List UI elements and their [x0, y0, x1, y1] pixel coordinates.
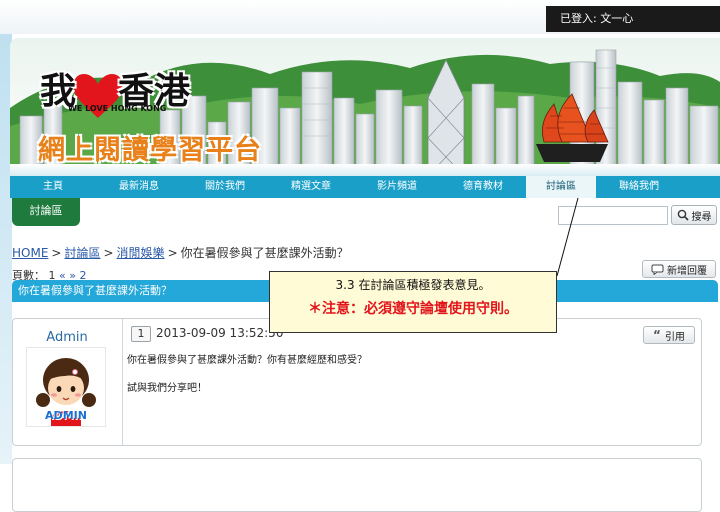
nav-item-home[interactable]: 主頁	[10, 176, 96, 198]
top-bar: 已登入: 文一心	[0, 0, 720, 34]
nav-item-contact[interactable]: 聯絡我們	[596, 176, 682, 198]
post-author-column: Admin ADMIN	[13, 319, 123, 445]
search-icon	[677, 209, 689, 221]
breadcrumb-home[interactable]: HOME	[12, 246, 48, 260]
breadcrumb-separator: >	[51, 246, 62, 260]
forum-post: Admin ADMIN 1 2013-09-09 13:52:50 你在暑假參與…	[12, 318, 702, 446]
breadcrumb: HOME > 討論區 > 消閒娛樂 > 你在暑假參與了甚麼課外活動？	[12, 244, 349, 261]
quote-button-label: 引用	[664, 331, 685, 343]
logo-platform-name: 網上閱讀學習平台	[38, 135, 262, 166]
breadcrumb-separator: >	[167, 246, 178, 260]
breadcrumb-separator: >	[103, 246, 114, 260]
quote-icon: “	[653, 328, 661, 342]
avatar[interactable]: ADMIN	[26, 347, 106, 427]
page: 已登入: 文一心 我 香港 WE LOVE HONG KONG 網上閱讀學習平台…	[0, 0, 720, 512]
new-reply-button[interactable]: 新增回覆	[642, 260, 716, 278]
breadcrumb-forum[interactable]: 討論區	[64, 246, 100, 260]
avatar-badge: ADMIN	[45, 409, 87, 422]
nav-item-videos[interactable]: 影片頻道	[354, 176, 440, 198]
nav-item-news[interactable]: 最新消息	[96, 176, 182, 198]
post-number[interactable]: 1	[131, 326, 151, 342]
logo-subtitle: WE LOVE HONG KONG	[68, 104, 167, 113]
search-input[interactable]	[558, 206, 668, 225]
nav-item-about[interactable]: 關於我們	[182, 176, 268, 198]
post-author-name[interactable]: Admin	[13, 330, 121, 345]
nav-item-moral-education[interactable]: 德育教材	[440, 176, 526, 198]
annotation-callout: 3.3 在討論區積極發表意見。 ＊注意：必須遵守論壇使用守則。	[269, 271, 557, 333]
nav-item-forum[interactable]: 討論區	[526, 176, 596, 198]
quote-button[interactable]: “ 引用	[643, 326, 695, 344]
breadcrumb-current: 你在暑假參與了甚麼課外活動？	[180, 246, 349, 260]
post-body-line-2: 試與我們分享吧！	[127, 383, 207, 394]
post-datetime: 2013-09-09 13:52:50	[156, 326, 284, 340]
search-button[interactable]: 搜尋	[671, 205, 717, 225]
reply-icon	[651, 264, 664, 275]
forum-section-tab[interactable]: 討論區	[12, 198, 80, 226]
post-body-line-1: 你在暑假參與了甚麼課外活動？你有甚麼經歷和感受？	[127, 355, 367, 366]
breadcrumb-category[interactable]: 消閒娛樂	[117, 246, 165, 260]
callout-title: 3.3 在討論區積極發表意見。	[335, 278, 491, 292]
callout-warning: ＊注意：必須遵守論壇使用守則。	[308, 301, 518, 317]
new-reply-label: 新增回覆	[667, 265, 707, 277]
site-banner: 我 香港 WE LOVE HONG KONG 網上閱讀學習平台	[10, 38, 720, 176]
login-status: 已登入: 文一心	[546, 6, 720, 32]
main-nav: 主頁 最新消息 關於我們 精選文章 影片頻道 德育教材 討論區 聯絡我們	[10, 176, 720, 198]
nav-item-articles[interactable]: 精選文章	[268, 176, 354, 198]
forum-post	[12, 458, 702, 512]
search-button-label: 搜尋	[691, 211, 712, 223]
